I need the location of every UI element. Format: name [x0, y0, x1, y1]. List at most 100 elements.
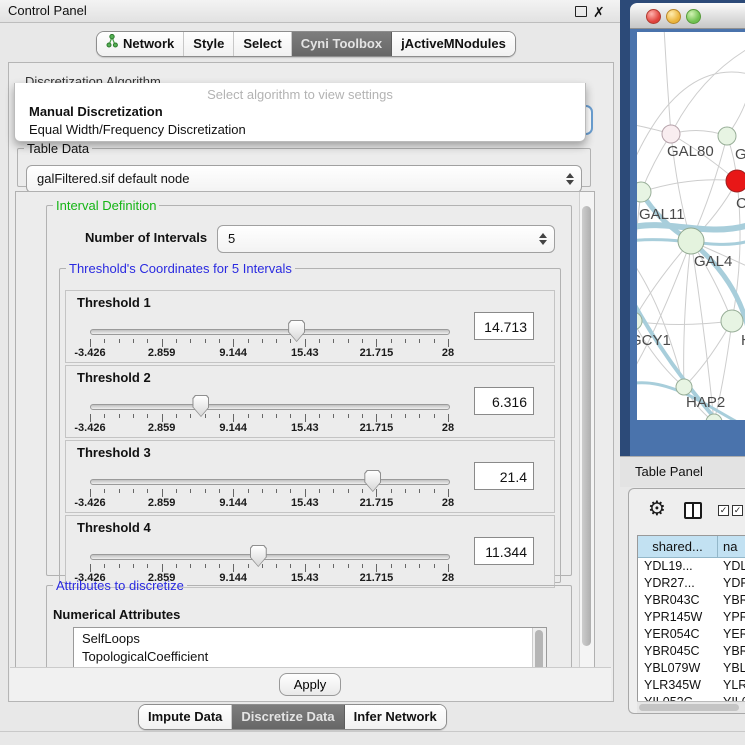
table-row[interactable]: YPR145WYPR1 — [638, 609, 745, 626]
slider-tick — [376, 414, 377, 422]
slider-tick — [448, 339, 449, 347]
table-horizontal-scrollbar[interactable] — [637, 701, 745, 713]
table-cell-name: YPR1 — [718, 609, 745, 626]
list-scrollbar-thumb[interactable] — [535, 630, 543, 669]
table-row[interactable]: YBL079WYBL0 — [638, 660, 745, 677]
network-node-hap2[interactable] — [676, 379, 692, 395]
threshold-value-field[interactable]: 11.344 — [474, 537, 534, 565]
slider-tick — [90, 489, 91, 497]
tab-discretize-data[interactable]: Discretize Data — [232, 705, 344, 729]
slider-tick — [119, 339, 120, 343]
threshold-slider-track[interactable] — [90, 554, 450, 560]
tab-label: Discretize Data — [241, 705, 334, 729]
table-data-combo[interactable]: galFiltered.sif default node — [26, 165, 582, 193]
slider-tick — [434, 414, 435, 418]
network-node-c[interactable] — [726, 170, 745, 192]
slider-tick — [176, 564, 177, 568]
slider-tick — [419, 339, 420, 343]
algorithm-option[interactable]: Equal Width/Frequency Discretization — [15, 121, 585, 139]
table-row[interactable]: YER054CYER0 — [638, 626, 745, 643]
network-node-g[interactable] — [718, 127, 736, 145]
threshold-slider-track[interactable] — [90, 329, 450, 335]
list-scrollbar[interactable] — [532, 628, 546, 669]
slider-tick — [190, 414, 191, 418]
slider-tick — [305, 564, 306, 572]
slider-tick-label: 2.859 — [140, 497, 184, 509]
checkbox-icon[interactable]: ✓ — [732, 505, 743, 516]
slider-tick — [90, 414, 91, 422]
threshold-slider-handle[interactable] — [364, 470, 381, 492]
threshold-label: Threshold 3 — [77, 445, 151, 460]
network-node-h[interactable] — [721, 310, 743, 332]
threshold-value-field[interactable]: 6.316 — [474, 387, 534, 415]
mac-zoom-button[interactable] — [686, 9, 701, 24]
table-panel-title: Table Panel — [635, 457, 703, 487]
slider-tick — [448, 489, 449, 497]
network-node-gal80[interactable] — [662, 125, 680, 143]
slider-tick — [376, 339, 377, 347]
network-edge — [637, 321, 684, 387]
slider-tick — [419, 489, 420, 493]
network-node[interactable] — [706, 414, 722, 420]
network-edge — [664, 32, 671, 134]
network-canvas[interactable]: GAL80GCGAL11GAL4GCY1HHAP2 — [637, 32, 745, 420]
tab-style[interactable]: Style — [184, 32, 234, 56]
tab-network[interactable]: Network — [97, 32, 184, 56]
slider-tick — [233, 414, 234, 422]
close-icon[interactable]: ✗ — [593, 1, 605, 23]
threshold-value-field[interactable]: 14.713 — [474, 312, 534, 340]
table-cell-name: YBL0 — [718, 660, 745, 677]
table-row[interactable]: YBR043CYBR0 — [638, 592, 745, 609]
checkbox-icon[interactable]: ✓ — [718, 505, 729, 516]
network-node-gal4[interactable] — [678, 228, 704, 254]
algorithm-dropdown-popup: Select algorithm to view settings Manual… — [14, 83, 586, 142]
panel-scrollbar[interactable] — [579, 192, 594, 668]
slider-tick — [262, 414, 263, 418]
mac-minimize-button[interactable] — [666, 9, 681, 24]
table-row[interactable]: YLR345WYLR3 — [638, 677, 745, 694]
slider-tick — [233, 564, 234, 572]
slider-tick — [176, 414, 177, 418]
tab-impute-data[interactable]: Impute Data — [139, 705, 232, 729]
combo-spinner-icon — [539, 233, 546, 245]
column-layout-icon[interactable] — [684, 502, 702, 519]
table-row[interactable]: YBR045CYBR0 — [638, 643, 745, 660]
attribute-list-item[interactable]: SelfLoops — [82, 630, 546, 648]
numerical-attributes-label: Numerical Attributes — [53, 607, 180, 622]
threshold-slider-track[interactable] — [90, 404, 450, 410]
gear-icon[interactable]: ⚙ — [648, 496, 666, 521]
table-cell-name: YDL1 — [718, 558, 745, 575]
slider-tick — [362, 489, 363, 493]
table-cell-shared-name: YPR145W — [638, 609, 718, 626]
mac-close-button[interactable] — [646, 9, 661, 24]
tab-label: Style — [193, 32, 224, 56]
float-window-icon[interactable] — [575, 6, 587, 17]
tab-select[interactable]: Select — [234, 32, 291, 56]
threshold-slider-handle[interactable] — [250, 545, 267, 567]
slider-tick — [219, 564, 220, 568]
column-header-name[interactable]: na — [718, 536, 745, 558]
algorithm-option[interactable]: Manual Discretization — [15, 103, 585, 121]
network-node-gal11[interactable] — [637, 182, 651, 202]
control-panel-titlebar: Control Panel ✗ — [0, 0, 620, 23]
table-panel-titlebar: Table Panel — [620, 456, 745, 487]
slider-tick — [391, 564, 392, 568]
column-header-shared-name[interactable]: shared... — [638, 536, 718, 558]
table-row[interactable]: YDL19...YDL1 — [638, 558, 745, 575]
tab-jactivemnodules[interactable]: jActiveMNodules — [392, 32, 515, 56]
network-node-label: GAL11 — [639, 206, 685, 223]
table-row[interactable]: YDR27...YDR2 — [638, 575, 745, 592]
threshold-value-field[interactable]: 21.4 — [474, 462, 534, 490]
tab-cyni-toolbox[interactable]: Cyni Toolbox — [292, 32, 392, 56]
threshold-slider-handle[interactable] — [192, 395, 209, 417]
slider-tick — [319, 414, 320, 418]
slider-tick — [276, 564, 277, 568]
number-of-intervals-combo[interactable]: 5 — [217, 225, 555, 253]
threshold-slider-track[interactable] — [90, 479, 450, 485]
network-node-label: HAP2 — [686, 394, 725, 411]
apply-button[interactable]: Apply — [279, 673, 341, 696]
panel-scrollbar-thumb[interactable] — [582, 206, 591, 646]
tab-infer-network[interactable]: Infer Network — [345, 705, 446, 729]
table-horizontal-scrollbar-thumb[interactable] — [639, 704, 739, 711]
attribute-list-item[interactable]: TopologicalCoefficient — [82, 648, 546, 666]
